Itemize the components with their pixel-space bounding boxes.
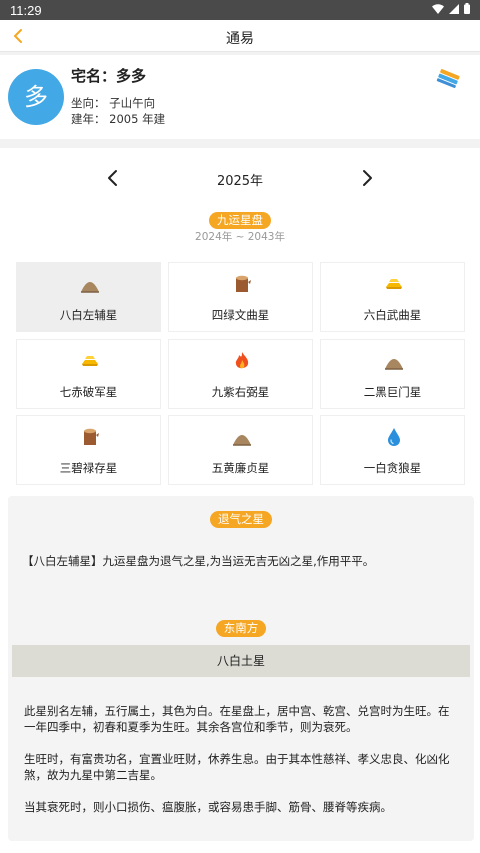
battery-icon: [464, 3, 470, 14]
star-label: 八白左辅星: [59, 308, 118, 322]
house-name: 宅名：多多: [71, 65, 146, 86]
year-navigator: 2025年: [0, 168, 480, 189]
earth-mound-icon: [233, 435, 251, 446]
status-bar: 11:29: [0, 0, 480, 20]
status-icons: [432, 3, 470, 14]
next-year-button[interactable]: [358, 168, 376, 188]
star-label: 六白武曲星: [363, 308, 422, 322]
wifi-icon: [432, 3, 444, 14]
description-paragraph: 当其衰死时，则小口损伤、瘟腹胀，或容易患手脚、筋骨、腰脊等疾病。: [24, 800, 392, 814]
earth-mound-icon: [81, 282, 99, 293]
star-label: 一白贪狼星: [363, 461, 422, 475]
page-title: 通易: [226, 31, 254, 47]
wood-stump-icon: [236, 275, 251, 292]
main-content: 2025年 九运星盘 2024年 ~ 2043年 八白左辅星 四绿文曲星 六白武…: [0, 148, 480, 853]
gold-bars-icon: [386, 279, 402, 289]
app-bar: 通易: [0, 20, 480, 52]
star-cell[interactable]: 三碧禄存星: [16, 415, 161, 485]
star-cell[interactable]: 六白武曲星: [320, 262, 465, 332]
description-paragraph: 此星别名左辅，五行属土，其色为白。在星盘上，居中宫、乾宫、兑宫时为生旺。在一年四…: [24, 704, 450, 734]
current-year: 2025年: [216, 174, 264, 189]
direction-star-name: 八白土星: [12, 645, 470, 677]
period-badge: 九运星盘: [209, 212, 271, 229]
edit-pencil-icon: [436, 69, 460, 89]
retreat-star-card: 退气之星 【八白左辅星】九运星盘为退气之星,为当运无吉无凶之星,作用平平。: [8, 496, 474, 612]
retreat-star-badge: 退气之星: [210, 511, 272, 528]
star-cell[interactable]: 二黑巨门星: [320, 339, 465, 409]
signal-icon: [449, 3, 459, 14]
avatar: 多: [8, 69, 64, 125]
description-paragraph: 生旺时，有富贵功名，宜置业旺财，休养生息。由于其本性慈祥、孝义忠良、化凶化煞，故…: [24, 752, 450, 782]
status-time: 11:29: [10, 3, 42, 18]
retreat-star-text: 【八白左辅星】九运星盘为退气之星,为当运无吉无凶之星,作用平平。: [22, 554, 375, 568]
fire-icon: [235, 352, 249, 369]
house-info-panel: 多 宅名：多多 坐向： 子山午向 建年： 2005 年建: [0, 55, 480, 139]
star-label: 三碧禄存星: [59, 461, 118, 475]
star-cell[interactable]: 七赤破军星: [16, 339, 161, 409]
earth-mound-icon: [385, 359, 403, 370]
direction-description: 此星别名左辅，五行属土，其色为白。在星盘上，居中宫、乾宫、兑宫时为生旺。在一年四…: [24, 703, 460, 831]
house-built-year: 建年： 2005 年建: [71, 112, 166, 126]
wood-stump-icon: [84, 428, 99, 445]
star-cell[interactable]: 四绿文曲星: [168, 262, 313, 332]
direction-header: 东南方: [8, 617, 474, 637]
star-cell[interactable]: 五黄廉贞星: [168, 415, 313, 485]
chevron-right-icon: [363, 170, 372, 186]
star-label: 四绿文曲星: [211, 308, 270, 322]
direction-card: 东南方 八白土星 此星别名左辅，五行属土，其色为白。在星盘上，居中宫、乾宫、兑宫…: [8, 605, 474, 841]
star-cell[interactable]: 八白左辅星: [16, 262, 161, 332]
star-cell[interactable]: 一白贪狼星: [320, 415, 465, 485]
gold-bars-icon: [82, 356, 98, 366]
water-drop-icon: [388, 428, 400, 446]
star-label: 二黑巨门星: [363, 385, 422, 399]
star-cell[interactable]: 九紫右弼星: [168, 339, 313, 409]
house-orientation: 坐向： 子山午向: [71, 96, 156, 110]
direction-badge: 东南方: [215, 620, 267, 637]
house-name-value: 多多: [116, 67, 147, 85]
edit-button[interactable]: [436, 67, 460, 91]
star-label: 九紫右弼星: [211, 385, 270, 399]
star-label: 七赤破军星: [59, 385, 118, 399]
period-header: 九运星盘: [0, 209, 480, 229]
period-range: 2024年 ~ 2043年: [195, 231, 285, 243]
star-label: 五黄廉贞星: [211, 461, 270, 475]
retreat-star-header: 退气之星: [8, 508, 474, 528]
house-name-label: 宅名：: [71, 67, 117, 85]
